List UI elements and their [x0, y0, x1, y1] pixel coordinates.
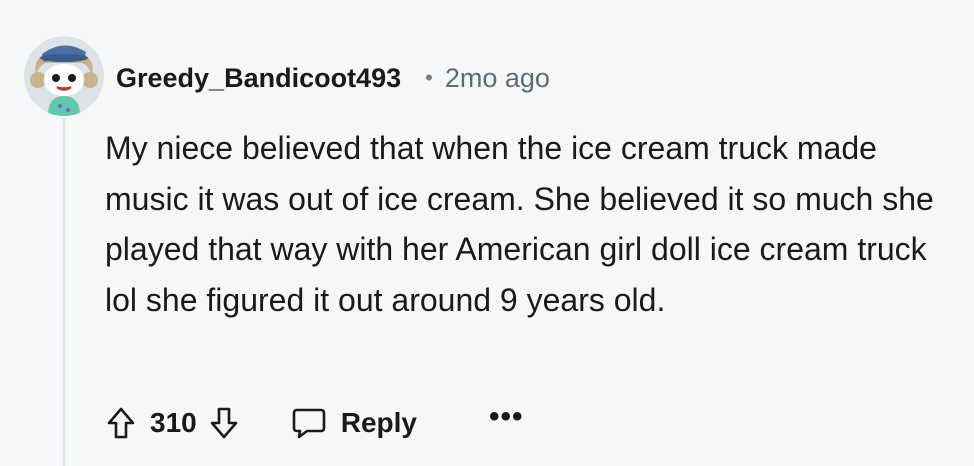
reply-label: Reply	[340, 407, 417, 438]
reply-button[interactable]: Reply	[291, 406, 417, 440]
more-options-button[interactable]: •••	[489, 402, 524, 439]
username-link[interactable]: Greedy_Bandicoot493	[116, 63, 401, 94]
meta-separator: •	[425, 65, 433, 90]
arrow-down-outline-icon	[210, 407, 238, 439]
downvote-button[interactable]	[209, 406, 239, 440]
vote-count: 310	[150, 407, 197, 438]
thread-line	[63, 118, 65, 466]
arrow-up-outline-icon	[107, 407, 135, 439]
speech-bubble-icon	[292, 408, 326, 439]
snoo-avatar-icon	[24, 36, 104, 116]
comment-body: My niece believed that when the ice crea…	[105, 130, 934, 318]
comment-header: Greedy_Bandicoot493 • 2mo ago	[116, 58, 550, 98]
timestamp[interactable]: 2mo ago	[445, 63, 550, 94]
avatar[interactable]	[24, 36, 104, 116]
comment-actions: 310 Reply •••	[106, 396, 523, 450]
upvote-button[interactable]	[106, 406, 136, 440]
vote-group: 310	[106, 406, 239, 440]
